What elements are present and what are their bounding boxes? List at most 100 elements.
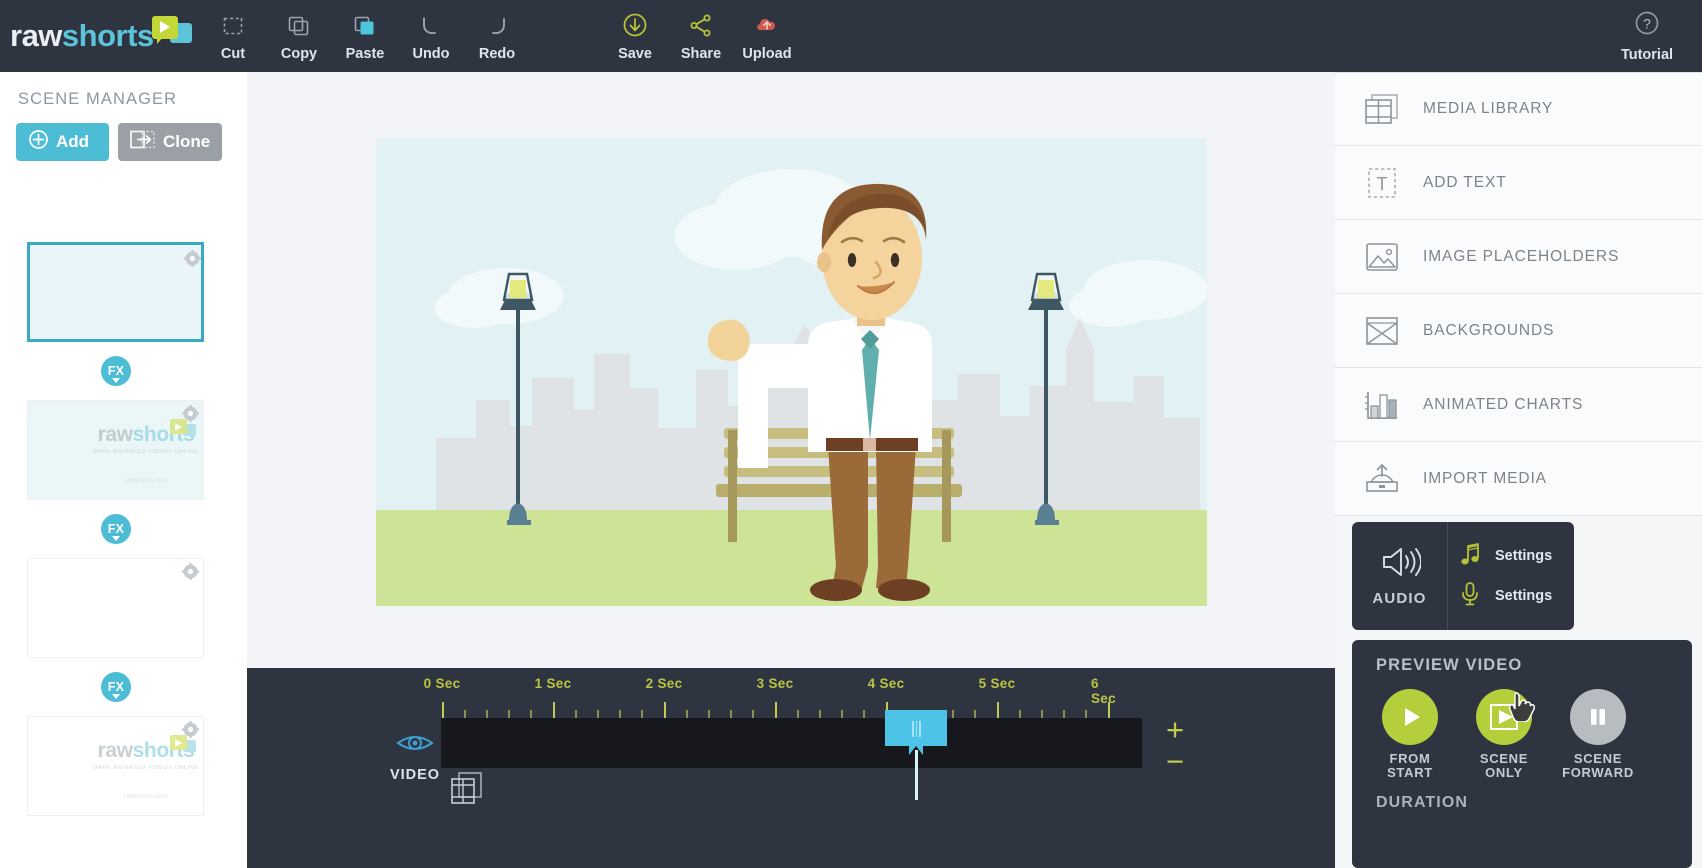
logo-video-badge-icon [151, 16, 192, 46]
tools-panel: MEDIA LIBRARY T ADD TEXT IMAGE PLACEHOLD… [1335, 72, 1702, 868]
copy-icon [286, 10, 312, 42]
paste-icon [352, 10, 378, 42]
scene-thumbnail-3[interactable]: FX [0, 554, 247, 712]
scene-thumbnail-1[interactable]: FX [0, 238, 247, 396]
cut-icon [220, 10, 246, 42]
app-logo[interactable]: rawshorts [0, 0, 200, 72]
panel-label-image-placeholders: IMAGE PLACEHOLDERS [1423, 247, 1620, 265]
scene-3-fx-button[interactable]: FX [101, 672, 131, 702]
panel-item-media-library[interactable]: MEDIA LIBRARY [1335, 72, 1702, 146]
copy-button[interactable]: Copy [266, 0, 332, 72]
redo-label: Redo [478, 46, 516, 62]
import-media-icon [1359, 459, 1405, 499]
music-settings-row[interactable]: Settings [1448, 536, 1574, 576]
scene-2-fx-button[interactable]: FX [101, 514, 131, 544]
svg-text:?: ? [1643, 16, 1651, 32]
tutorial-label: Tutorial [1620, 47, 1674, 63]
share-icon [686, 10, 716, 42]
tutorial-button[interactable]: ? Tutorial [1602, 0, 1692, 72]
panel-item-import-media[interactable]: IMPORT MEDIA [1335, 442, 1702, 516]
scene-1-settings-gear-icon[interactable] [184, 250, 201, 267]
undo-button[interactable]: Undo [398, 0, 464, 72]
paste-button[interactable]: Paste [332, 0, 398, 72]
scene-4-logo-tagline: MAKE ANIMATED VIDEOS ONLINE [93, 765, 199, 771]
scene-2-settings-gear-icon[interactable] [182, 405, 199, 422]
pause-icon [1570, 689, 1626, 745]
scene-4-logo-raw: raw [97, 739, 133, 762]
video-track[interactable] [441, 718, 1142, 768]
undo-icon [417, 10, 445, 42]
scene-thumbnail-3-preview[interactable] [27, 558, 204, 658]
save-button[interactable]: Save [602, 0, 668, 72]
add-scene-button[interactable]: Add [16, 123, 109, 161]
panel-label-backgrounds: BACKGROUNDS [1423, 321, 1555, 339]
ruler-label-3: 3 Sec [756, 676, 794, 691]
fx-label-2: FX [107, 522, 125, 536]
panel-item-image-placeholders[interactable]: IMAGE PLACEHOLDERS [1335, 220, 1702, 294]
redo-icon [483, 10, 511, 42]
upload-button[interactable]: Upload [734, 0, 800, 72]
duration-label: DURATION [1376, 794, 1469, 811]
top-toolbar: rawshorts Cut Copy Paste Undo Redo Save … [0, 0, 1702, 72]
scene-thumbnail-2-preview[interactable]: rawshorts MAKE ANIMATED VIDEOS ONLINE ra… [27, 400, 204, 500]
panel-item-add-text[interactable]: T ADD TEXT [1335, 146, 1702, 220]
preview-video-title: PREVIEW VIDEO [1376, 656, 1523, 674]
eye-icon[interactable] [395, 736, 435, 760]
scene-action-buttons: Add Clone [0, 109, 247, 161]
file-tool-group: Save Share Upload [602, 0, 800, 72]
timeline-zoom-out-button[interactable]: − [1157, 746, 1193, 777]
redo-button[interactable]: Redo [464, 0, 530, 72]
share-button[interactable]: Share [668, 0, 734, 72]
scene-1-fx-button[interactable]: FX [101, 356, 131, 386]
save-label: Save [618, 46, 652, 62]
scene-2-logo-raw: raw [97, 423, 133, 446]
ruler-label-5: 5 Sec [978, 676, 1016, 691]
video-track-label: VIDEO [389, 767, 441, 783]
panel-label-add-text: ADD TEXT [1423, 173, 1507, 191]
film-strip-icon[interactable] [447, 768, 487, 813]
playhead-handle[interactable] [885, 710, 947, 746]
audio-main[interactable]: AUDIO [1352, 522, 1448, 630]
scene-thumbnail-4-preview[interactable]: rawshorts MAKE ANIMATED VIDEOS ONLINE ra… [27, 716, 204, 816]
add-scene-label: Add [56, 132, 90, 151]
scene-thumbnail-4[interactable]: rawshorts MAKE ANIMATED VIDEOS ONLINE ra… [0, 712, 247, 868]
cut-button[interactable]: Cut [200, 0, 266, 72]
scene-thumbnail-2[interactable]: rawshorts MAKE ANIMATED VIDEOS ONLINE ra… [0, 396, 247, 554]
scene-manager-panel: SCENE MANAGER Add Clone FX rawshorts MAK… [0, 72, 247, 868]
svg-text:T: T [1377, 174, 1388, 194]
scene-4-logo-graphic: rawshorts MAKE ANIMATED VIDEOS ONLINE ra… [86, 735, 206, 800]
audio-card: AUDIO Settings Settings [1352, 522, 1574, 630]
scene-3-settings-gear-icon[interactable] [182, 563, 199, 580]
backgrounds-icon [1359, 311, 1405, 351]
scene-list[interactable]: FX rawshorts MAKE ANIMATED VIDEOS ONLINE… [0, 238, 247, 868]
question-mark-icon: ? [1632, 9, 1662, 44]
clone-scene-label: Clone [163, 132, 211, 151]
microphone-icon [1457, 581, 1483, 612]
scene-2-logo-url: rawshorts.com [123, 478, 169, 484]
voiceover-settings-row[interactable]: Settings [1448, 576, 1574, 616]
panel-item-animated-charts[interactable]: ANIMATED CHARTS [1335, 368, 1702, 442]
share-label: Share [680, 46, 722, 62]
fx-label: FX [107, 364, 125, 378]
panel-label-animated-charts: ANIMATED CHARTS [1423, 395, 1584, 413]
preview-scene-forward-button[interactable]: SCENE FORWARD [1560, 689, 1636, 780]
add-text-icon: T [1359, 163, 1405, 203]
scene-4-settings-gear-icon[interactable] [182, 721, 199, 738]
preview-scene-only-button[interactable]: SCENE ONLY [1466, 689, 1542, 780]
panel-item-backgrounds[interactable]: BACKGROUNDS [1335, 294, 1702, 368]
rawshorts-editor-window: rawshorts Cut Copy Paste Undo Redo Save … [0, 0, 1702, 868]
timeline-ruler[interactable]: 0 Sec 1 Sec 2 Sec 3 Sec 4 Sec 5 Sec 6 Se… [424, 676, 1142, 720]
preview-video-card: PREVIEW VIDEO FROM START SCENE ONLY SCEN… [1352, 640, 1692, 868]
preview-from-start-caption: FROM START [1387, 751, 1433, 780]
scene-canvas[interactable] [376, 138, 1207, 606]
clone-scene-button[interactable]: Clone [118, 123, 222, 161]
preview-from-start-button[interactable]: FROM START [1372, 689, 1448, 780]
timeline-playhead[interactable] [885, 710, 947, 800]
scene-thumbnail-1-preview[interactable] [27, 242, 204, 342]
video-track-header[interactable]: VIDEO [375, 730, 455, 783]
panel-label-media-library: MEDIA LIBRARY [1423, 100, 1554, 117]
play-icon [1382, 689, 1438, 745]
ruler-label-2: 2 Sec [645, 676, 683, 691]
timeline-zoom-in-button[interactable]: + [1157, 714, 1193, 745]
preview-scene-only-caption: SCENE ONLY [1479, 751, 1529, 780]
